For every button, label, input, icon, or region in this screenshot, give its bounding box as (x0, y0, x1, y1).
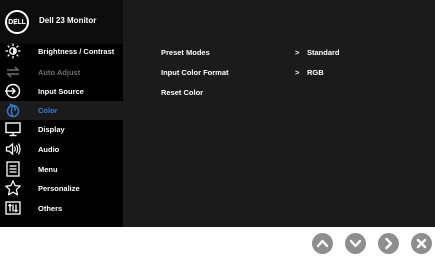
menu-item-label: Others (38, 204, 63, 213)
setting-label: Reset Color (161, 88, 204, 97)
menu-item-label: Color (38, 106, 58, 115)
menu-item-color[interactable]: Color (0, 101, 123, 120)
setting-label: Preset Modes (161, 48, 210, 57)
osd-panel: DɆLL Dell 23 Monitor Brightness / Contra… (0, 0, 435, 227)
chevron-up-icon (316, 239, 329, 248)
osd-menu: DɆLL Dell 23 Monitor Brightness / Contra… (0, 0, 123, 227)
menu-icon (6, 161, 20, 177)
chevron-right-icon: > (295, 68, 300, 77)
auto-adjust-icon (6, 66, 20, 78)
menu-item-label: Display (38, 125, 65, 134)
input-source-icon (5, 83, 21, 99)
setting-row-input-color-format[interactable]: Input Color Format > RGB (161, 68, 421, 82)
display-icon (5, 122, 21, 137)
setting-row-reset-color[interactable]: Reset Color (161, 88, 421, 102)
menu-item-auto-adjust[interactable]: Auto Adjust (0, 63, 123, 82)
menu-item-label: Input Source (38, 87, 84, 96)
menu-item-display[interactable]: Display (0, 120, 123, 139)
audio-icon (5, 142, 21, 156)
close-icon (416, 238, 427, 249)
setting-value-text: Standard (307, 48, 340, 57)
menu-item-audio[interactable]: Audio (0, 140, 123, 159)
chevron-down-icon (349, 239, 362, 248)
chevron-right-icon: > (295, 48, 300, 57)
menu-item-label: Menu (38, 165, 58, 174)
color-settings-panel: Preset Modes > Standard Input Color Forma… (123, 0, 435, 227)
menu-item-input-source[interactable]: Input Source (0, 82, 123, 101)
menu-item-label: Audio (38, 145, 60, 154)
setting-row-preset-modes[interactable]: Preset Modes > Standard (161, 48, 421, 62)
menu-item-label: Brightness / Contrast (38, 47, 115, 56)
right-button[interactable] (378, 233, 399, 254)
down-button[interactable] (345, 233, 366, 254)
menu-item-brightness-contrast[interactable]: Brightness / Contrast (0, 42, 123, 61)
menu-item-label: Personalize (38, 184, 80, 193)
setting-value-text: RGB (307, 68, 324, 77)
color-icon (6, 103, 20, 118)
menu-item-others[interactable]: Others (0, 199, 123, 218)
menu-item-personalize[interactable]: Personalize (0, 179, 123, 198)
up-button[interactable] (312, 233, 333, 254)
osd-button-bar (0, 233, 435, 255)
logo-text: DɆLL (8, 18, 26, 26)
brightness-icon (5, 43, 21, 59)
monitor-title: Dell 23 Monitor (39, 16, 97, 25)
close-button[interactable] (411, 233, 432, 254)
dell-logo: DɆLL (5, 10, 29, 34)
star-icon (5, 180, 21, 196)
menu-item-menu[interactable]: Menu (0, 160, 123, 179)
menu-item-label: Auto Adjust (38, 68, 81, 77)
setting-label: Input Color Format (161, 68, 229, 77)
header: DɆLL Dell 23 Monitor (0, 0, 123, 44)
chevron-right-icon (385, 237, 393, 250)
setting-value: > Standard (295, 48, 340, 57)
others-icon (5, 201, 21, 215)
setting-value: > RGB (295, 68, 324, 77)
